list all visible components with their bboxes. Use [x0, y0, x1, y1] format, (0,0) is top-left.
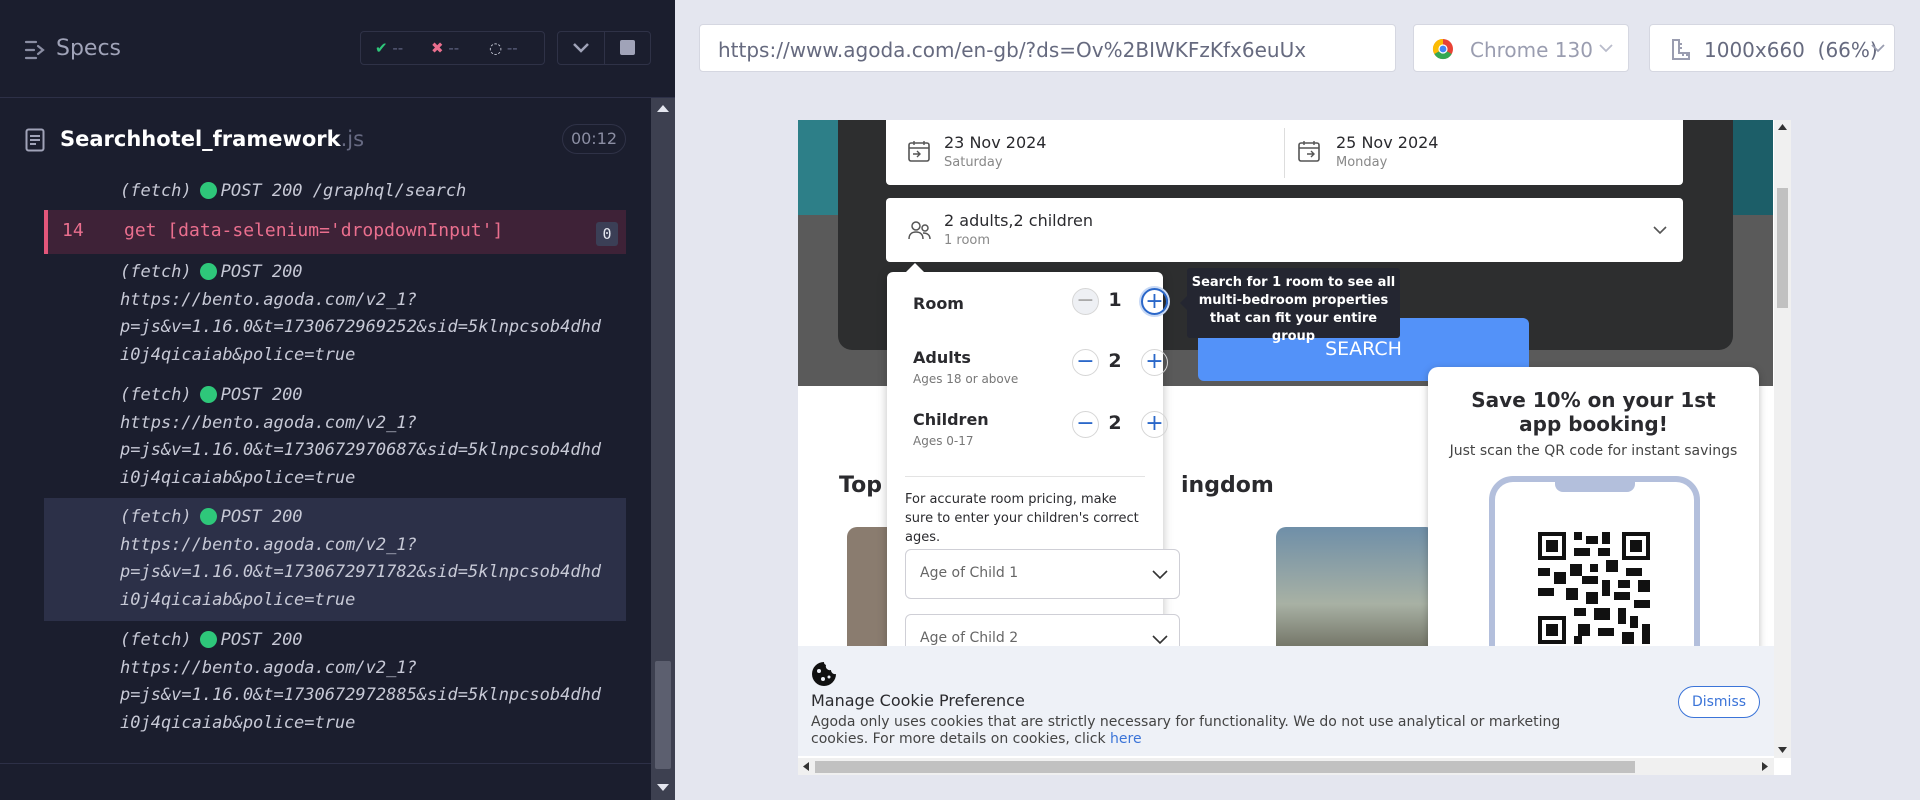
adults-label: Adults — [913, 348, 971, 367]
calendar-checkout-icon — [1298, 141, 1320, 162]
chrome-icon — [1432, 38, 1453, 60]
checkout-date: 25 Nov 2024 — [1336, 133, 1439, 152]
stop-icon[interactable] — [620, 40, 635, 55]
spec-file-name: Searchhotel_framework.js — [60, 127, 365, 151]
qr-code-icon — [1538, 532, 1650, 644]
log-entry[interactable]: (fetch) POST 200 https://bento.agoda.com/… — [44, 382, 626, 492]
chevron-down-icon — [1152, 635, 1168, 645]
app-promo-card: Save 10% on your 1st app booking! Just s… — [1428, 367, 1759, 706]
success-dot-icon — [199, 182, 217, 199]
viewport-info[interactable]: 1000x660 (66%) — [1649, 24, 1895, 72]
section-heading-start: Top — [839, 473, 882, 498]
adults-value: 2 — [1108, 350, 1122, 372]
chevron-down-icon — [1871, 44, 1885, 53]
log-entry[interactable]: (fetch) POST 200 https://bento.agoda.com/… — [44, 259, 626, 369]
success-dot-icon — [199, 508, 217, 525]
children-plus-button[interactable]: + — [1141, 411, 1168, 438]
command-text: get [data-selenium='dropdownInput'] — [124, 220, 504, 241]
scroll-up-icon[interactable] — [657, 104, 669, 112]
viewport-size: 1000x660 (66%) — [1704, 38, 1878, 62]
adults-plus-button[interactable]: + — [1141, 349, 1168, 376]
url-text: https://www.agoda.com/en-gb/?ds=Ov%2BIWK… — [718, 38, 1307, 62]
children-age-note: For accurate room pricing, make sure to … — [905, 492, 1139, 545]
room-tooltip: Search for 1 room to see all multi-bedro… — [1187, 268, 1400, 344]
room-plus-button[interactable]: + — [1141, 288, 1168, 315]
aut-horizontal-scrollbar[interactable] — [798, 758, 1774, 775]
checkout-day: Monday — [1336, 155, 1388, 170]
children-label: Children — [913, 410, 989, 429]
spec-header: Searchhotel_framework.js 00:12 — [22, 115, 627, 161]
command-number: 14 — [62, 220, 84, 241]
age-child-1-select[interactable]: Age of Child 1 — [905, 549, 1180, 599]
chevron-down-icon — [1152, 570, 1168, 580]
x-icon: ✖ — [431, 39, 444, 57]
children-sub: Ages 0-17 — [913, 434, 974, 448]
cookie-title: Manage Cookie Preference — [811, 691, 1025, 710]
section-heading-end: ingdom — [1181, 473, 1274, 498]
guests-icon — [908, 221, 931, 240]
cookie-text: Agoda only uses cookies that are strictl… — [811, 714, 1561, 747]
children-value: 2 — [1108, 412, 1122, 434]
spec-timer: 00:12 — [562, 124, 626, 154]
chevron-down-icon[interactable] — [572, 41, 590, 55]
log-entry[interactable]: (fetch) POST 200 https://bento.agoda.com/… — [44, 627, 626, 737]
log-scrollbar[interactable] — [651, 98, 675, 800]
aut-vertical-scrollbar[interactable] — [1774, 120, 1791, 758]
browser-selector[interactable]: Chrome 130 — [1413, 24, 1629, 72]
room-value: 1 — [1108, 289, 1122, 311]
promo-subtitle: Just scan the QR code for instant saving… — [1449, 443, 1738, 459]
check-icon: ✔ — [375, 39, 388, 57]
adults-sub: Ages 18 or above — [913, 372, 1019, 386]
runner-topbar: Specs ✔ -- ✖ -- ◌ -- — [0, 0, 675, 98]
cookie-banner: Manage Cookie Preference Agoda only uses… — [798, 646, 1774, 756]
occupancy-summary: 2 adults,2 children — [944, 211, 1093, 230]
ruler-icon — [1672, 39, 1690, 60]
occupancy-popup: Room − 1 + Adults Ages 18 or above − 2 +… — [887, 263, 1168, 662]
runner-controls — [557, 31, 651, 65]
children-minus-button[interactable]: − — [1072, 411, 1099, 438]
dismiss-button[interactable]: Dismiss — [1678, 686, 1760, 718]
cookie-icon — [812, 662, 836, 686]
checkin-day: Saturday — [944, 155, 1003, 170]
test-status-summary: ✔ -- ✖ -- ◌ -- — [360, 31, 545, 65]
pending-count: ◌ -- — [489, 39, 518, 57]
room-count: 1 room — [944, 233, 991, 248]
date-picker[interactable]: 23 Nov 2024 Saturday 25 Nov 2024 Monday — [886, 120, 1683, 185]
checkin-date: 23 Nov 2024 — [944, 133, 1047, 152]
occupancy-dropdown[interactable]: 2 adults,2 children 1 room — [886, 198, 1683, 262]
scroll-down-icon[interactable] — [657, 784, 669, 792]
success-dot-icon — [199, 631, 217, 648]
failed-count: ✖ -- — [431, 39, 460, 57]
passed-count: ✔ -- — [375, 39, 404, 57]
chevron-down-icon — [1653, 226, 1667, 235]
element-count-badge: 0 — [596, 222, 618, 246]
room-minus-button[interactable]: − — [1072, 288, 1099, 315]
success-dot-icon — [199, 263, 217, 280]
command-log: (fetch) POST 200 /graphql/search 14 get [… — [44, 178, 626, 743]
spinner-icon: ◌ — [489, 39, 503, 57]
browser-name: Chrome 130 — [1470, 38, 1593, 62]
failed-command-row[interactable]: 14 get [data-selenium='dropdownInput'] 0 — [44, 210, 626, 254]
chevron-down-icon — [1599, 44, 1613, 53]
specs-label[interactable]: Specs — [56, 36, 121, 61]
cookie-details-link[interactable]: here — [1110, 731, 1142, 747]
log-entry[interactable]: (fetch) POST 200 /graphql/search — [44, 178, 626, 206]
file-icon — [25, 128, 45, 152]
promo-title: Save 10% on your 1st app booking! — [1471, 388, 1716, 436]
specs-list-icon[interactable] — [24, 39, 48, 61]
success-dot-icon — [199, 386, 217, 403]
url-bar[interactable]: https://www.agoda.com/en-gb/?ds=Ov%2BIWK… — [699, 24, 1396, 72]
adults-minus-button[interactable]: − — [1072, 349, 1099, 376]
log-entry[interactable]: (fetch) POST 200 https://bento.agoda.com/… — [44, 504, 626, 614]
calendar-checkin-icon — [908, 141, 930, 162]
tooltip-arrow — [1180, 296, 1187, 310]
runner-panel: Specs ✔ -- ✖ -- ◌ -- Searchhotel_framewo… — [0, 0, 675, 800]
room-label: Room — [913, 294, 964, 313]
